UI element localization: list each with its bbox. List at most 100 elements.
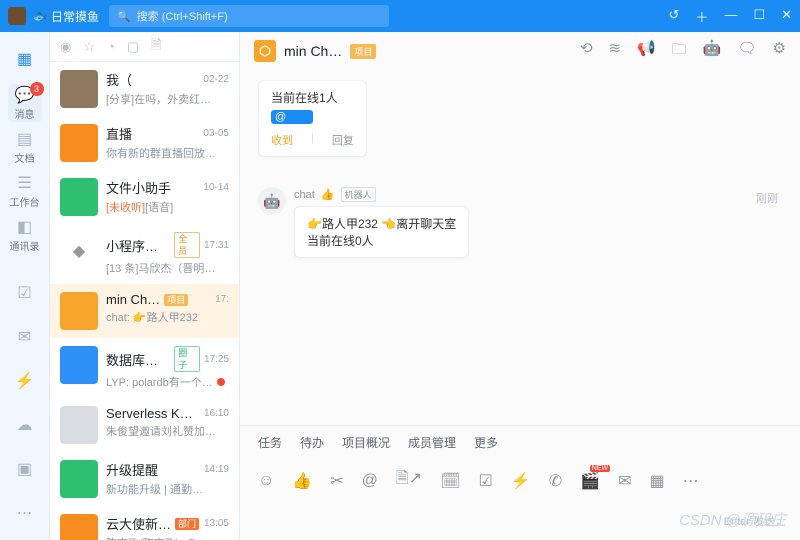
rail-mail-icon[interactable]: ✉ [8,318,42,356]
action-reply[interactable]: 回复 [332,132,354,148]
tab-members[interactable]: 成员管理 [408,434,456,451]
conv-avatar [60,70,98,108]
bot-avatar-icon: 🤖 [258,187,286,215]
conv-name: 直播 [106,124,132,143]
envelope-icon[interactable]: ✉ [618,471,631,491]
rail-box-icon[interactable]: ▣ [8,450,42,488]
conv-preview: 新功能升级 | 通勤… [106,481,229,497]
user-avatar[interactable] [8,7,26,25]
more-tools-icon[interactable]: ⋯ [683,471,699,491]
mention-chip[interactable]: @ [271,110,313,124]
tool-stack-icon[interactable]: ≋ [609,39,622,64]
title-bar: 🐟 日常摸鱼 🔍 搜索 (Ctrl+Shift+F) ↺ ＋ — ☐ ✕ [0,0,800,32]
bot-tag: 机器人 [341,187,376,202]
rail-bolt-icon[interactable]: ⚡ [8,362,42,400]
conv-avatar [60,514,98,540]
filter-flag-icon[interactable]: ▢ [127,39,139,55]
lower-tabs: 任务 待办 项目概况 成员管理 更多 [240,425,800,459]
time-separator: 刚刚 [756,190,778,206]
list-filter-bar: ◉ ☆ ◔ ▢ 🗎 [50,32,239,62]
check-icon[interactable]: ☑ [479,471,493,491]
tool-announce-icon[interactable]: 📢 [637,39,656,64]
conv-avatar [60,460,98,498]
conv-time: 17:31 [204,240,229,251]
unread-badge: 3 [30,82,44,96]
search-box[interactable]: 🔍 搜索 (Ctrl+Shift+F) [109,5,389,27]
add-icon[interactable]: ＋ [695,7,708,26]
thumb-up-icon[interactable]: 👍 [292,471,312,491]
action-receive[interactable]: 收到 [271,132,293,148]
emoji-picker-icon[interactable]: ☺ [258,472,274,490]
compose-toolbar: ☺ 👍 ✂ @ 🗎↗ 🗓 ☑ ⚡ ✆ 🎬 ✉ ▦ ⋯ [240,459,800,502]
conv-name: min Ch… [106,292,160,307]
conv-name: 小程序开… [106,236,170,255]
filter-star-icon[interactable]: ☆ [83,39,95,55]
bolt-icon[interactable]: ⚡ [511,471,531,491]
close-icon[interactable]: ✕ [781,7,792,26]
rail-cal-icon[interactable]: ☑ [8,274,42,312]
tool-refresh-icon[interactable]: ⟲ [580,39,593,64]
tool-robot-icon[interactable]: 🤖 [703,39,722,64]
chat-panel: min Ch… 项目 ⟲ ≋ 📢 🗀 🤖 🗨 ⚙ 当前在线1人 @ 收到 | [240,32,800,540]
conversation-item[interactable]: min Ch… 项目 17: chat: 👉路人甲232 [50,284,239,338]
rail-workbench[interactable]: ☰工作台 [8,172,42,210]
thumb-icon: 👍 [321,188,335,201]
emoji-icon: 🐟 [32,9,47,23]
conversation-item[interactable]: 直播 03-05 你有新的群直播回放… [50,116,239,170]
mention-icon[interactable]: @ [362,472,378,490]
tool-settings-icon[interactable]: ⚙ [773,39,786,64]
conversation-item[interactable]: Serverless Ku… 16:10 朱俊望邀请刘礼赞加… [50,398,239,452]
conv-preview: 陈宇飞(陈宇飞): @… [106,535,229,540]
tab-todo[interactable]: 待办 [300,434,324,451]
video-icon[interactable]: 🎬 [580,471,600,491]
compose-input[interactable]: Enter 发送， [240,502,800,540]
conv-name: 文件小助手 [106,178,171,197]
unread-dot [217,378,225,386]
conversation-item[interactable]: 我（ 02-22 [分享]在吗，外卖红… [50,62,239,116]
message-area: 当前在线1人 @ 收到 | 回复 刚刚 🤖 chat 👍 机器人 [240,70,800,425]
maximize-icon[interactable]: ☐ [753,7,765,26]
conv-time: 16:10 [204,408,229,419]
chat-header: min Ch… 项目 ⟲ ≋ 📢 🗀 🤖 🗨 ⚙ [240,32,800,70]
chat-title-tag: 项目 [350,44,376,59]
conv-preview: [分享]在吗，外卖红… [106,91,229,107]
calendar-icon[interactable]: 🗓 [440,471,460,491]
filter-all-icon[interactable]: ◉ [60,39,71,55]
tool-folder-icon[interactable]: 🗀 [672,39,687,64]
conv-name: 云大使新… [106,514,171,533]
msg-text: 当前在线1人 [271,89,354,106]
rail-more-icon[interactable]: ⋯ [8,494,42,532]
grid-icon[interactable]: ▦ [650,471,665,491]
minimize-icon[interactable]: — [724,7,737,26]
rail-messages[interactable]: 💬消息 3 [8,84,42,122]
tab-more[interactable]: 更多 [474,434,498,451]
history-icon[interactable]: ↺ [669,7,680,26]
filter-doc-icon[interactable]: 🗎 [151,36,161,58]
bot-line2: 当前在线0人 [307,232,456,249]
conv-preview: chat: 👉路人甲232 [106,309,229,325]
tool-chat-icon[interactable]: 🗨 [738,39,757,64]
filter-clock-icon[interactable]: ◔ [107,39,115,54]
conv-tag: 部门 [175,518,199,530]
rail-cloud-icon[interactable]: ☁ [8,406,42,444]
conversation-item[interactable]: 文件小助手 10-14 [未收听][语音] [50,170,239,224]
conv-time: 13:05 [204,518,229,529]
rail-docs[interactable]: ▤文档 [8,128,42,166]
attach-icon[interactable]: 🗎↗ [396,467,422,494]
conv-preview: 朱俊望邀请刘礼赞加… [106,423,229,439]
chat-title: min Ch… [284,43,342,59]
conv-avatar: ◆ [60,232,98,270]
conversation-item[interactable]: 云大使新… 部门 13:05 陈宇飞(陈宇飞): @… [50,506,239,540]
rail-apps[interactable]: ▦ [8,40,42,78]
conversation-item[interactable]: 升级提醒 14:19 新功能升级 | 通勤… [50,452,239,506]
conv-avatar [60,178,98,216]
tab-tasks[interactable]: 任务 [258,434,282,451]
conversation-item[interactable]: 数据库上… 圈子 17:25 LYP: polardb有一个… [50,338,239,398]
tab-overview[interactable]: 项目概况 [342,434,390,451]
scissors-icon[interactable]: ✂ [330,471,343,491]
conversation-item[interactable]: ◆ 小程序开… 全员 17:31 [13 条]马欣杰（晋明… [50,224,239,284]
search-placeholder: 搜索 (Ctrl+Shift+F) [137,8,228,24]
conv-tag: 圈子 [174,346,200,372]
rail-contacts[interactable]: ◧通讯录 [8,216,42,254]
phone-icon[interactable]: ✆ [549,471,562,491]
